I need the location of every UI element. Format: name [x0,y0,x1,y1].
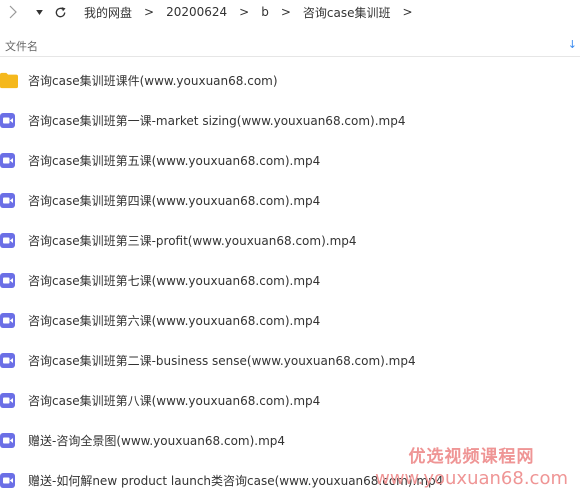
breadcrumb-separator: > [280,5,291,19]
video-file-icon [0,391,18,409]
file-name: 咨询case集训班第七课(www.youxuan68.com).mp4 [28,273,321,288]
file-name: 咨询case集训班第四课(www.youxuan68.com).mp4 [28,193,321,208]
breadcrumb-separator: > [402,5,413,19]
video-file-icon [0,151,18,169]
file-row[interactable]: 咨询case集训班课件(www.youxuan68.com) [0,60,580,100]
video-file-icon [0,231,18,249]
file-row[interactable]: 咨询case集训班第三课-profit(www.youxuan68.com).m… [0,220,580,260]
file-name: 咨询case集训班第一课-market sizing(www.youxuan68… [28,113,406,128]
video-file-icon [0,271,18,289]
dropdown-button[interactable] [30,1,48,23]
file-row[interactable]: 咨询case集训班第五课(www.youxuan68.com).mp4 [0,140,580,180]
breadcrumb-item-b[interactable]: b [261,5,269,19]
video-file-icon [0,471,18,489]
file-row[interactable]: 赠送-咨询全景图(www.youxuan68.com).mp4 [0,420,580,460]
file-name: 咨询case集训班第二课-business sense(www.youxuan6… [28,353,416,368]
file-row[interactable]: 赠送-如何解new product launch类咨询case(www.youx… [0,460,580,500]
file-row[interactable]: 咨询case集训班第一课-market sizing(www.youxuan68… [0,100,580,140]
refresh-icon [55,6,66,17]
breadcrumb-separator: > [239,5,250,19]
video-file-icon [0,311,18,329]
back-button[interactable] [2,1,24,23]
sort-arrow-down-icon[interactable]: ↓ [568,38,577,51]
file-name: 赠送-咨询全景图(www.youxuan68.com).mp4 [28,433,286,448]
chevron-right-icon [9,5,17,19]
file-row[interactable]: 咨询case集训班第八课(www.youxuan68.com).mp4 [0,380,580,420]
breadcrumb-item-date[interactable]: 20200624 [166,5,227,19]
file-list-header: 文件名 ↓ [0,34,580,57]
video-file-icon [0,191,18,209]
file-name: 咨询case集训班第五课(www.youxuan68.com).mp4 [28,153,321,168]
breadcrumb-item-my-drive[interactable]: 我的网盘 [84,4,132,21]
breadcrumb-item-current[interactable]: 咨询case集训班 [303,4,391,21]
file-row[interactable]: 咨询case集训班第七课(www.youxuan68.com).mp4 [0,260,580,300]
file-row[interactable]: 咨询case集训班第二课-business sense(www.youxuan6… [0,340,580,380]
breadcrumb-separator: > [144,5,155,19]
column-header-filename[interactable]: 文件名 [5,38,38,54]
file-name: 咨询case集训班第六课(www.youxuan68.com).mp4 [28,313,321,328]
folder-icon [0,71,18,89]
file-name: 咨询case集训班第八课(www.youxuan68.com).mp4 [28,393,321,408]
toolbar: 我的网盘 > 20200624 > b > 咨询case集训班 > [0,0,580,24]
file-name: 咨询case集训班第三课-profit(www.youxuan68.com).m… [28,233,357,248]
video-file-icon [0,111,18,129]
file-name: 赠送-如何解new product launch类咨询case(www.youx… [28,473,444,488]
video-file-icon [0,351,18,369]
video-file-icon [0,431,18,449]
caret-down-icon [35,9,43,15]
breadcrumb: 我的网盘 > 20200624 > b > 咨询case集训班 > [84,4,425,21]
file-name: 咨询case集训班课件(www.youxuan68.com) [28,73,278,88]
file-row[interactable]: 咨询case集训班第六课(www.youxuan68.com).mp4 [0,300,580,340]
file-row[interactable]: 咨询case集训班第四课(www.youxuan68.com).mp4 [0,180,580,220]
refresh-button[interactable] [52,1,68,23]
